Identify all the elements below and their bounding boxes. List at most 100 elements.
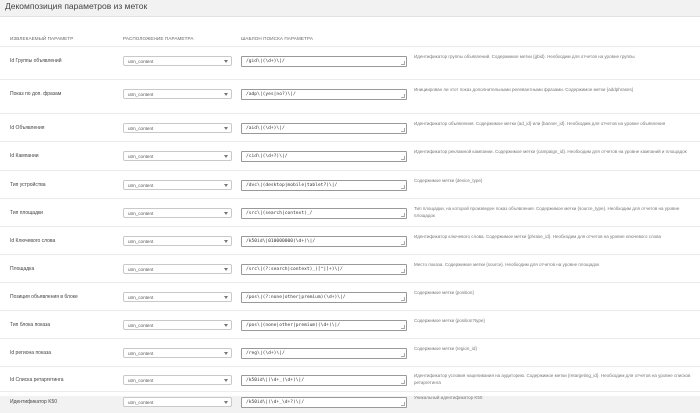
location-value: utm_content	[128, 126, 154, 131]
location-value: utm_content	[128, 183, 154, 188]
resize-handle-icon[interactable]	[401, 184, 405, 189]
table-row: Id Группы объявлений utm_content/gid\|(\d…	[0, 46, 700, 79]
resize-handle-icon[interactable]	[401, 127, 405, 132]
param-label: Идентификатор K50	[10, 399, 58, 405]
location-select[interactable]: utm_content	[123, 208, 232, 218]
resize-handle-icon[interactable]	[401, 401, 405, 406]
chevron-down-icon	[224, 93, 228, 96]
pattern-value: /cid\|(\d+?)\|/	[246, 154, 288, 159]
param-description: Идентификатор рекламной кампании. Содерж…	[414, 149, 687, 154]
table-row: Id Ключевого слова utm_content/k50id\|010…	[0, 226, 700, 254]
location-value: utm_content	[128, 154, 154, 159]
pattern-value: /adp\|(yes|no?)\|/	[246, 92, 296, 97]
chevron-down-icon	[224, 155, 228, 158]
param-description: Тип площадки, на которой произведен пока…	[414, 206, 680, 218]
table-row: Id региона показа utm_content/reg\|(\d+)\…	[0, 338, 700, 366]
table-row: Показ по доп. фразам utm_content/adp\|(ye…	[0, 79, 700, 113]
pattern-input[interactable]: /aid\|(\d+)\|/	[241, 122, 407, 134]
location-value: utm_content	[128, 267, 154, 272]
pattern-input[interactable]: /src\|(search|context)_/	[241, 207, 407, 219]
chevron-down-icon	[224, 184, 228, 187]
pattern-input[interactable]: /pos\|(?:none|other|premium)(\d+)\|/	[241, 291, 407, 303]
pattern-value: /reg\|(\d+)\|/	[246, 351, 285, 356]
pattern-input[interactable]: /src\|(?:search|context)_([^|]+)\|/	[241, 263, 407, 275]
location-value: utm_content	[128, 400, 154, 405]
resize-handle-icon[interactable]	[401, 268, 405, 273]
resize-handle-icon[interactable]	[401, 240, 405, 245]
pattern-value: /k50id\|010000000(\d+)\|/	[246, 239, 316, 244]
location-value: utm_content	[128, 295, 154, 300]
location-select[interactable]: utm_content	[123, 320, 232, 330]
param-label: Позиция объявления в блоке	[10, 294, 78, 300]
table-row: Id Объявления utm_content/aid\|(\d+)\|/ Ид…	[0, 113, 700, 141]
resize-handle-icon[interactable]	[401, 212, 405, 217]
chevron-down-icon	[224, 352, 228, 355]
location-select[interactable]: utm_content	[123, 236, 232, 246]
resize-handle-icon[interactable]	[401, 155, 405, 160]
pattern-value: /gid\|(\d+)\|/	[246, 59, 285, 64]
resize-handle-icon[interactable]	[401, 352, 405, 357]
param-description: Содержимое метки {device_type}	[414, 178, 483, 183]
resize-handle-icon[interactable]	[401, 324, 405, 329]
pattern-input[interactable]: /dvc\|(desktop|mobile|tablet?)\|/	[241, 179, 407, 191]
location-select[interactable]: utm_content	[123, 375, 232, 385]
chevron-down-icon	[224, 401, 228, 404]
param-label: Тип устройства	[10, 182, 46, 188]
pattern-input[interactable]: /cid\|(\d+?)\|/	[241, 150, 407, 162]
param-description: Содержимое метки {position}	[414, 290, 474, 295]
param-label: Id Ключевого слова	[10, 238, 56, 244]
chevron-down-icon	[224, 324, 228, 327]
pattern-input[interactable]: /gid\|(\d+)\|/	[241, 55, 407, 67]
param-description: Место показа. Содержимое метки {source}.…	[414, 262, 600, 267]
location-value: utm_content	[128, 378, 154, 383]
chevron-down-icon	[224, 268, 228, 271]
param-description: Идентификатор группы объявлений. Содержи…	[414, 54, 635, 59]
param-description: Инициирован ли этот показ дополнительным…	[414, 87, 634, 92]
param-description: Идентификатор объявления. Содержимое мет…	[414, 121, 666, 126]
location-select[interactable]: utm_content	[123, 56, 232, 66]
location-select[interactable]: utm_content	[123, 180, 232, 190]
page-title: Декомпозиция параметров из меток	[5, 1, 148, 11]
location-select[interactable]: utm_content	[123, 151, 232, 161]
param-label: Id региона показа	[10, 350, 52, 356]
pattern-value: /pos\|(none|other|premium)(\d+)\|/	[246, 323, 341, 328]
location-value: utm_content	[128, 211, 154, 216]
pattern-input[interactable]: /k50id\|010000000(\d+)\|/	[241, 235, 407, 247]
pattern-input[interactable]: /adp\|(yes|no?)\|/	[241, 88, 407, 100]
resize-handle-icon[interactable]	[401, 60, 405, 65]
resize-handle-icon[interactable]	[401, 296, 405, 301]
pattern-input[interactable]: /k50id\|(\d+_(\d+)\|/	[241, 374, 407, 386]
table-row: Тип площадки utm_content/src\|(search|con…	[0, 198, 700, 226]
location-select[interactable]: utm_content	[123, 123, 232, 133]
table-row: Тип устройства utm_content/dvc\|(desktop|…	[0, 170, 700, 198]
location-value: utm_content	[128, 59, 154, 64]
pattern-input[interactable]: /pos\|(none|other|premium)(\d+)\|/	[241, 319, 407, 331]
pattern-input[interactable]: /reg\|(\d+)\|/	[241, 347, 407, 359]
location-select[interactable]: utm_content	[123, 348, 232, 358]
param-label: Id Объявления	[10, 125, 45, 131]
chevron-down-icon	[224, 127, 228, 130]
resize-handle-icon[interactable]	[401, 93, 405, 98]
pattern-input[interactable]: /k50id\|(\d+_\d+?)\|/	[241, 396, 407, 408]
param-description: Содержимое метки {region_id}	[414, 346, 477, 351]
location-select[interactable]: utm_content	[123, 397, 232, 407]
chevron-down-icon	[224, 379, 228, 382]
location-select[interactable]: utm_content	[123, 264, 232, 274]
table-row: Позиция объявления в блоке utm_content/po…	[0, 282, 700, 310]
pattern-value: /k50id\|(\d+_\d+?)\|/	[246, 400, 305, 405]
chevron-down-icon	[224, 60, 228, 63]
param-label: Площадка	[10, 266, 35, 272]
chevron-down-icon	[224, 212, 228, 215]
location-value: utm_content	[128, 351, 154, 356]
header-location: РАСПОЛОЖЕНИЕ ПАРАМЕТРА	[123, 36, 194, 41]
params-table: ИЗВЛЕКАЕМЫЙ ПАРАМЕТР РАСПОЛОЖЕНИЕ ПАРАМЕ…	[0, 16, 700, 408]
location-select[interactable]: utm_content	[123, 292, 232, 302]
pattern-value: /src\|(?:search|context)_([^|]+)\|/	[246, 267, 343, 272]
pattern-value: /src\|(search|context)_/	[246, 211, 313, 216]
pattern-value: /pos\|(?:none|other|premium)(\d+)\|/	[246, 295, 346, 300]
location-value: utm_content	[128, 92, 154, 97]
resize-handle-icon[interactable]	[401, 379, 405, 384]
location-select[interactable]: utm_content	[123, 89, 232, 99]
param-label: Id Группы объявлений	[10, 58, 62, 64]
header-param: ИЗВЛЕКАЕМЫЙ ПАРАМЕТР	[10, 36, 74, 41]
